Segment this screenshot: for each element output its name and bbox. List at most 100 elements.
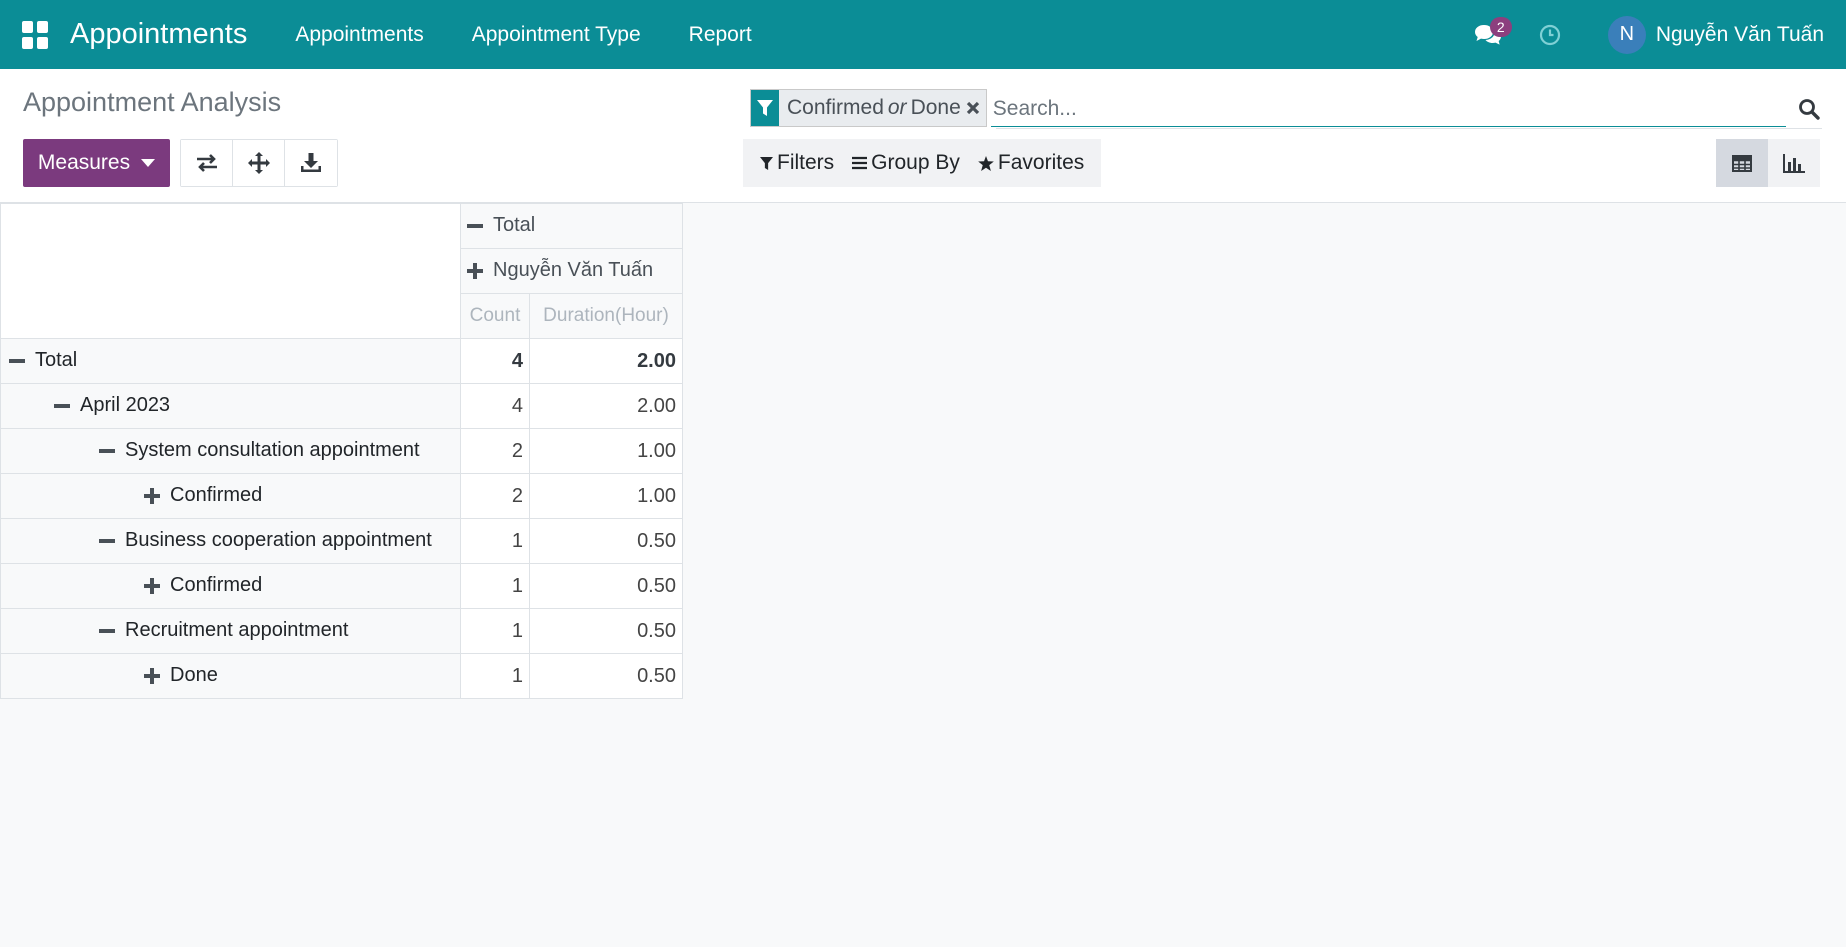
row-header[interactable]: System consultation appointment	[0, 428, 461, 474]
facet-value-confirmed: Confirmed	[787, 96, 884, 119]
menu-appointments[interactable]: Appointments	[295, 23, 423, 47]
messages-button[interactable]: 2	[1468, 15, 1512, 55]
cell-duration[interactable]: 1.00	[529, 428, 683, 474]
table-row: Confirmed 2 1.00	[0, 473, 683, 519]
group-by-toggle[interactable]: Group By	[852, 151, 960, 175]
row-label: System consultation appointment	[125, 439, 420, 462]
control-panel: Appointment Analysis Measures Confirmed …	[0, 69, 1846, 203]
col-header-user[interactable]: Nguyễn Văn Tuấn	[460, 248, 683, 294]
search-button[interactable]	[1794, 91, 1824, 127]
star-icon	[978, 155, 994, 171]
cell-duration[interactable]: 2.00	[529, 338, 683, 384]
measure-header-count[interactable]: Count	[460, 293, 530, 339]
measures-label: Measures	[37, 151, 131, 174]
facet-label: Confirmed or Done	[779, 96, 966, 120]
download-icon	[301, 153, 321, 172]
measures-button[interactable]: Measures	[23, 139, 170, 187]
clock-icon	[1539, 24, 1560, 45]
graph-view-button[interactable]	[1768, 139, 1820, 187]
user-name[interactable]: Nguyễn Văn Tuấn	[1656, 23, 1824, 47]
expand-icon	[144, 488, 160, 505]
table-row: System consultation appointment 2 1.00	[0, 428, 683, 474]
cell-count[interactable]: 1	[460, 563, 530, 609]
expand-icon	[144, 578, 160, 595]
table-row: Business cooperation appointment 1 0.50	[0, 518, 683, 564]
filters-toggle[interactable]: Filters	[760, 151, 834, 175]
row-label: Total	[35, 349, 78, 372]
row-header[interactable]: April 2023	[0, 383, 461, 429]
group-by-label: Group By	[871, 151, 960, 174]
search-input[interactable]	[990, 91, 1786, 127]
filter-icon	[760, 156, 773, 170]
col-header-total-label: Total	[493, 214, 536, 237]
collapse-icon	[99, 539, 115, 544]
row-label: Recruitment appointment	[125, 619, 349, 642]
facet-separator: or	[887, 96, 907, 119]
download-button[interactable]	[285, 140, 337, 186]
collapse-icon	[9, 359, 25, 364]
pivot-view-button[interactable]	[1716, 139, 1768, 187]
row-label: Done	[170, 664, 218, 687]
arrows-icon	[247, 152, 270, 174]
col-header-user-label: Nguyễn Văn Tuấn	[493, 259, 654, 282]
cell-duration[interactable]: 1.00	[529, 473, 683, 519]
row-label: Confirmed	[170, 484, 263, 507]
row-header[interactable]: Confirmed	[0, 473, 461, 519]
search-icon	[1799, 99, 1820, 120]
expand-icon	[467, 263, 483, 280]
collapse-icon	[54, 404, 70, 409]
row-header[interactable]: Business cooperation appointment	[0, 518, 461, 564]
page-title: Appointment Analysis	[23, 87, 282, 117]
cell-count[interactable]: 1	[460, 608, 530, 654]
menu-appointment-type[interactable]: Appointment Type	[472, 23, 641, 47]
row-header[interactable]: Total	[0, 338, 461, 384]
row-label: Confirmed	[170, 574, 263, 597]
row-header[interactable]: Recruitment appointment	[0, 608, 461, 654]
menu-report[interactable]: Report	[689, 23, 752, 47]
collapse-icon	[467, 224, 483, 229]
messages-count-badge: 2	[1489, 16, 1512, 37]
caret-down-icon	[141, 159, 156, 167]
cell-duration[interactable]: 2.00	[529, 383, 683, 429]
cell-duration[interactable]: 0.50	[529, 563, 683, 609]
expand-icon	[144, 668, 160, 685]
table-icon	[1732, 154, 1752, 172]
table-row: Done 1 0.50	[0, 653, 683, 699]
close-icon	[966, 101, 979, 115]
flip-axis-button[interactable]	[181, 140, 233, 186]
cell-duration[interactable]: 0.50	[529, 653, 683, 699]
cell-count[interactable]: 4	[460, 338, 530, 384]
cell-count[interactable]: 2	[460, 428, 530, 474]
activities-button[interactable]	[1534, 15, 1566, 55]
favorites-label: Favorites	[997, 151, 1085, 174]
col-header-total[interactable]: Total	[460, 203, 683, 249]
pivot-corner	[0, 203, 461, 339]
cell-duration[interactable]: 0.50	[529, 518, 683, 564]
filters-label: Filters	[777, 151, 835, 174]
collapse-icon	[99, 629, 115, 634]
expand-all-button[interactable]	[233, 140, 285, 186]
facet-remove-button[interactable]	[966, 101, 986, 115]
pivot-table: Total Nguyễn Văn Tuấn Count Duration(Hou…	[0, 203, 683, 699]
favorites-toggle[interactable]: Favorites	[978, 151, 1084, 175]
app-title[interactable]: Appointments	[70, 18, 247, 51]
avatar[interactable]: N	[1607, 15, 1646, 54]
measure-header-duration[interactable]: Duration(Hour)	[529, 293, 683, 339]
table-row: Confirmed 1 0.50	[0, 563, 683, 609]
apps-menu-icon[interactable]	[22, 20, 50, 49]
cell-count[interactable]: 1	[460, 653, 530, 699]
row-header[interactable]: Done	[0, 653, 461, 699]
search-options: Filters Group By Favorites	[743, 139, 1102, 187]
cell-count[interactable]: 2	[460, 473, 530, 519]
cell-count[interactable]: 4	[460, 383, 530, 429]
bar-chart-icon	[1783, 153, 1805, 173]
view-switcher	[1716, 139, 1820, 187]
filter-facet[interactable]: Confirmed or Done	[750, 89, 987, 127]
table-row: Total 4 2.00	[0, 338, 683, 384]
cell-duration[interactable]: 0.50	[529, 608, 683, 654]
search-bar: Confirmed or Done	[750, 87, 1824, 127]
table-row: Recruitment appointment 1 0.50	[0, 608, 683, 654]
cell-count[interactable]: 1	[460, 518, 530, 564]
row-header[interactable]: Confirmed	[0, 563, 461, 609]
row-label: Business cooperation appointment	[125, 529, 432, 552]
